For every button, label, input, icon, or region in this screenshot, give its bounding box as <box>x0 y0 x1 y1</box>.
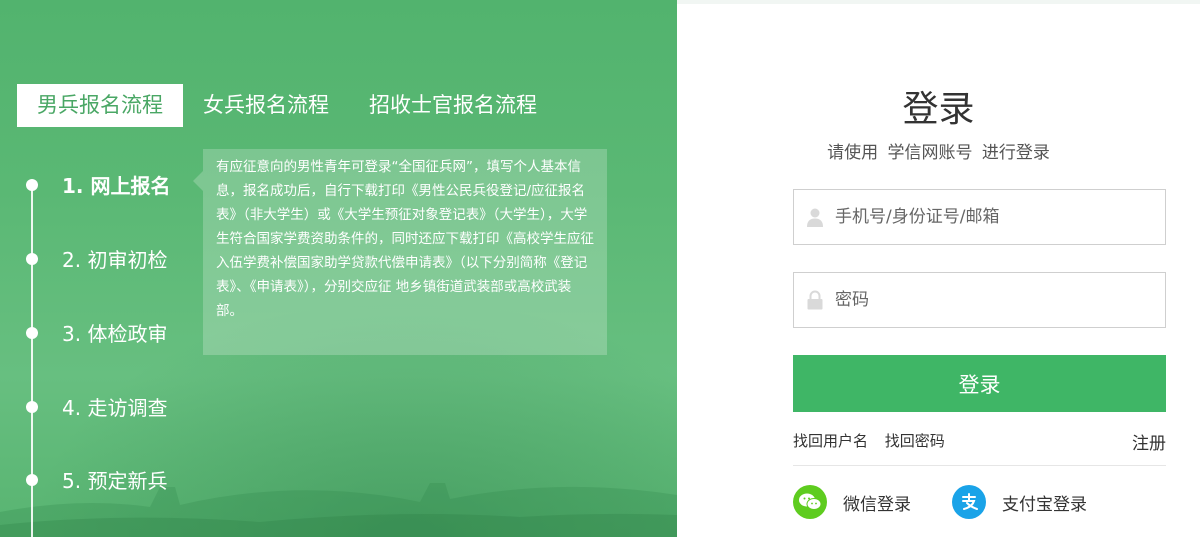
tab-nco-process[interactable]: 招收士官报名流程 <box>349 84 557 127</box>
top-border <box>677 0 1200 4</box>
step-dot <box>26 252 38 265</box>
step-online-registration[interactable]: 1. 网上报名 <box>26 170 170 199</box>
username-input[interactable] <box>835 207 1155 227</box>
password-input[interactable] <box>835 290 1155 310</box>
login-subtitle: 请使用 学信网账号 进行登录 <box>827 143 1050 163</box>
tooltip-arrow <box>193 171 203 191</box>
step-recruit-selection[interactable]: 5. 预定新兵 <box>26 465 167 494</box>
step-physical-political-review[interactable]: 3. 体检政审 <box>26 318 167 347</box>
user-icon <box>805 207 825 227</box>
password-field[interactable] <box>793 272 1166 328</box>
step-label: 2. 初审初检 <box>62 248 168 272</box>
forgot-password-link[interactable]: 找回密码 <box>885 432 945 450</box>
tab-male-process[interactable]: 男兵报名流程 <box>17 84 183 127</box>
tab-female-process[interactable]: 女兵报名流程 <box>183 84 349 127</box>
divider <box>793 465 1166 466</box>
login-title: 登录 <box>902 89 975 130</box>
step-label: 5. 预定新兵 <box>62 469 168 493</box>
step-preliminary-check[interactable]: 2. 初审初检 <box>26 244 167 273</box>
login-panel: 登录 请使用 学信网账号 进行登录 登录 找回用户名 找回密码 注册 <box>677 0 1200 537</box>
step-label: 3. 体检政审 <box>62 322 168 346</box>
wechat-icon <box>793 485 827 519</box>
step-description-tooltip: 有应征意向的男性青年可登录“全国征兵网”，填写个人基本信息，报名成功后，自行下载… <box>193 149 607 355</box>
step-dot <box>26 400 38 413</box>
step-dot <box>26 178 38 191</box>
alipay-login-label: 支付宝登录 <box>1002 494 1087 515</box>
register-link[interactable]: 注册 <box>1132 429 1166 454</box>
process-tabs: 男兵报名流程 女兵报名流程 招收士官报名流程 <box>17 84 557 127</box>
step-dot <box>26 473 38 486</box>
recruitment-process-panel: 男兵报名流程 女兵报名流程 招收士官报名流程 1. 网上报名 2. 初审初检 3… <box>0 0 677 537</box>
tooltip-text: 有应征意向的男性青年可登录“全国征兵网”，填写个人基本信息，报名成功后，自行下载… <box>216 159 594 319</box>
forgot-username-link[interactable]: 找回用户名 <box>793 432 868 450</box>
alipay-icon <box>952 485 986 519</box>
lock-icon <box>805 290 825 310</box>
account-links: 找回用户名 找回密码 注册 <box>793 429 1166 454</box>
step-label: 4. 走访调查 <box>62 396 168 420</box>
alipay-login[interactable]: 支付宝登录 <box>952 485 1087 519</box>
wechat-login-label: 微信登录 <box>843 494 911 515</box>
login-button[interactable]: 登录 <box>793 355 1166 412</box>
wechat-login[interactable]: 微信登录 <box>793 485 911 519</box>
step-dot <box>26 326 38 339</box>
step-label: 1. 网上报名 <box>62 174 171 198</box>
step-home-visit[interactable]: 4. 走访调查 <box>26 392 167 421</box>
username-field[interactable] <box>793 189 1166 245</box>
